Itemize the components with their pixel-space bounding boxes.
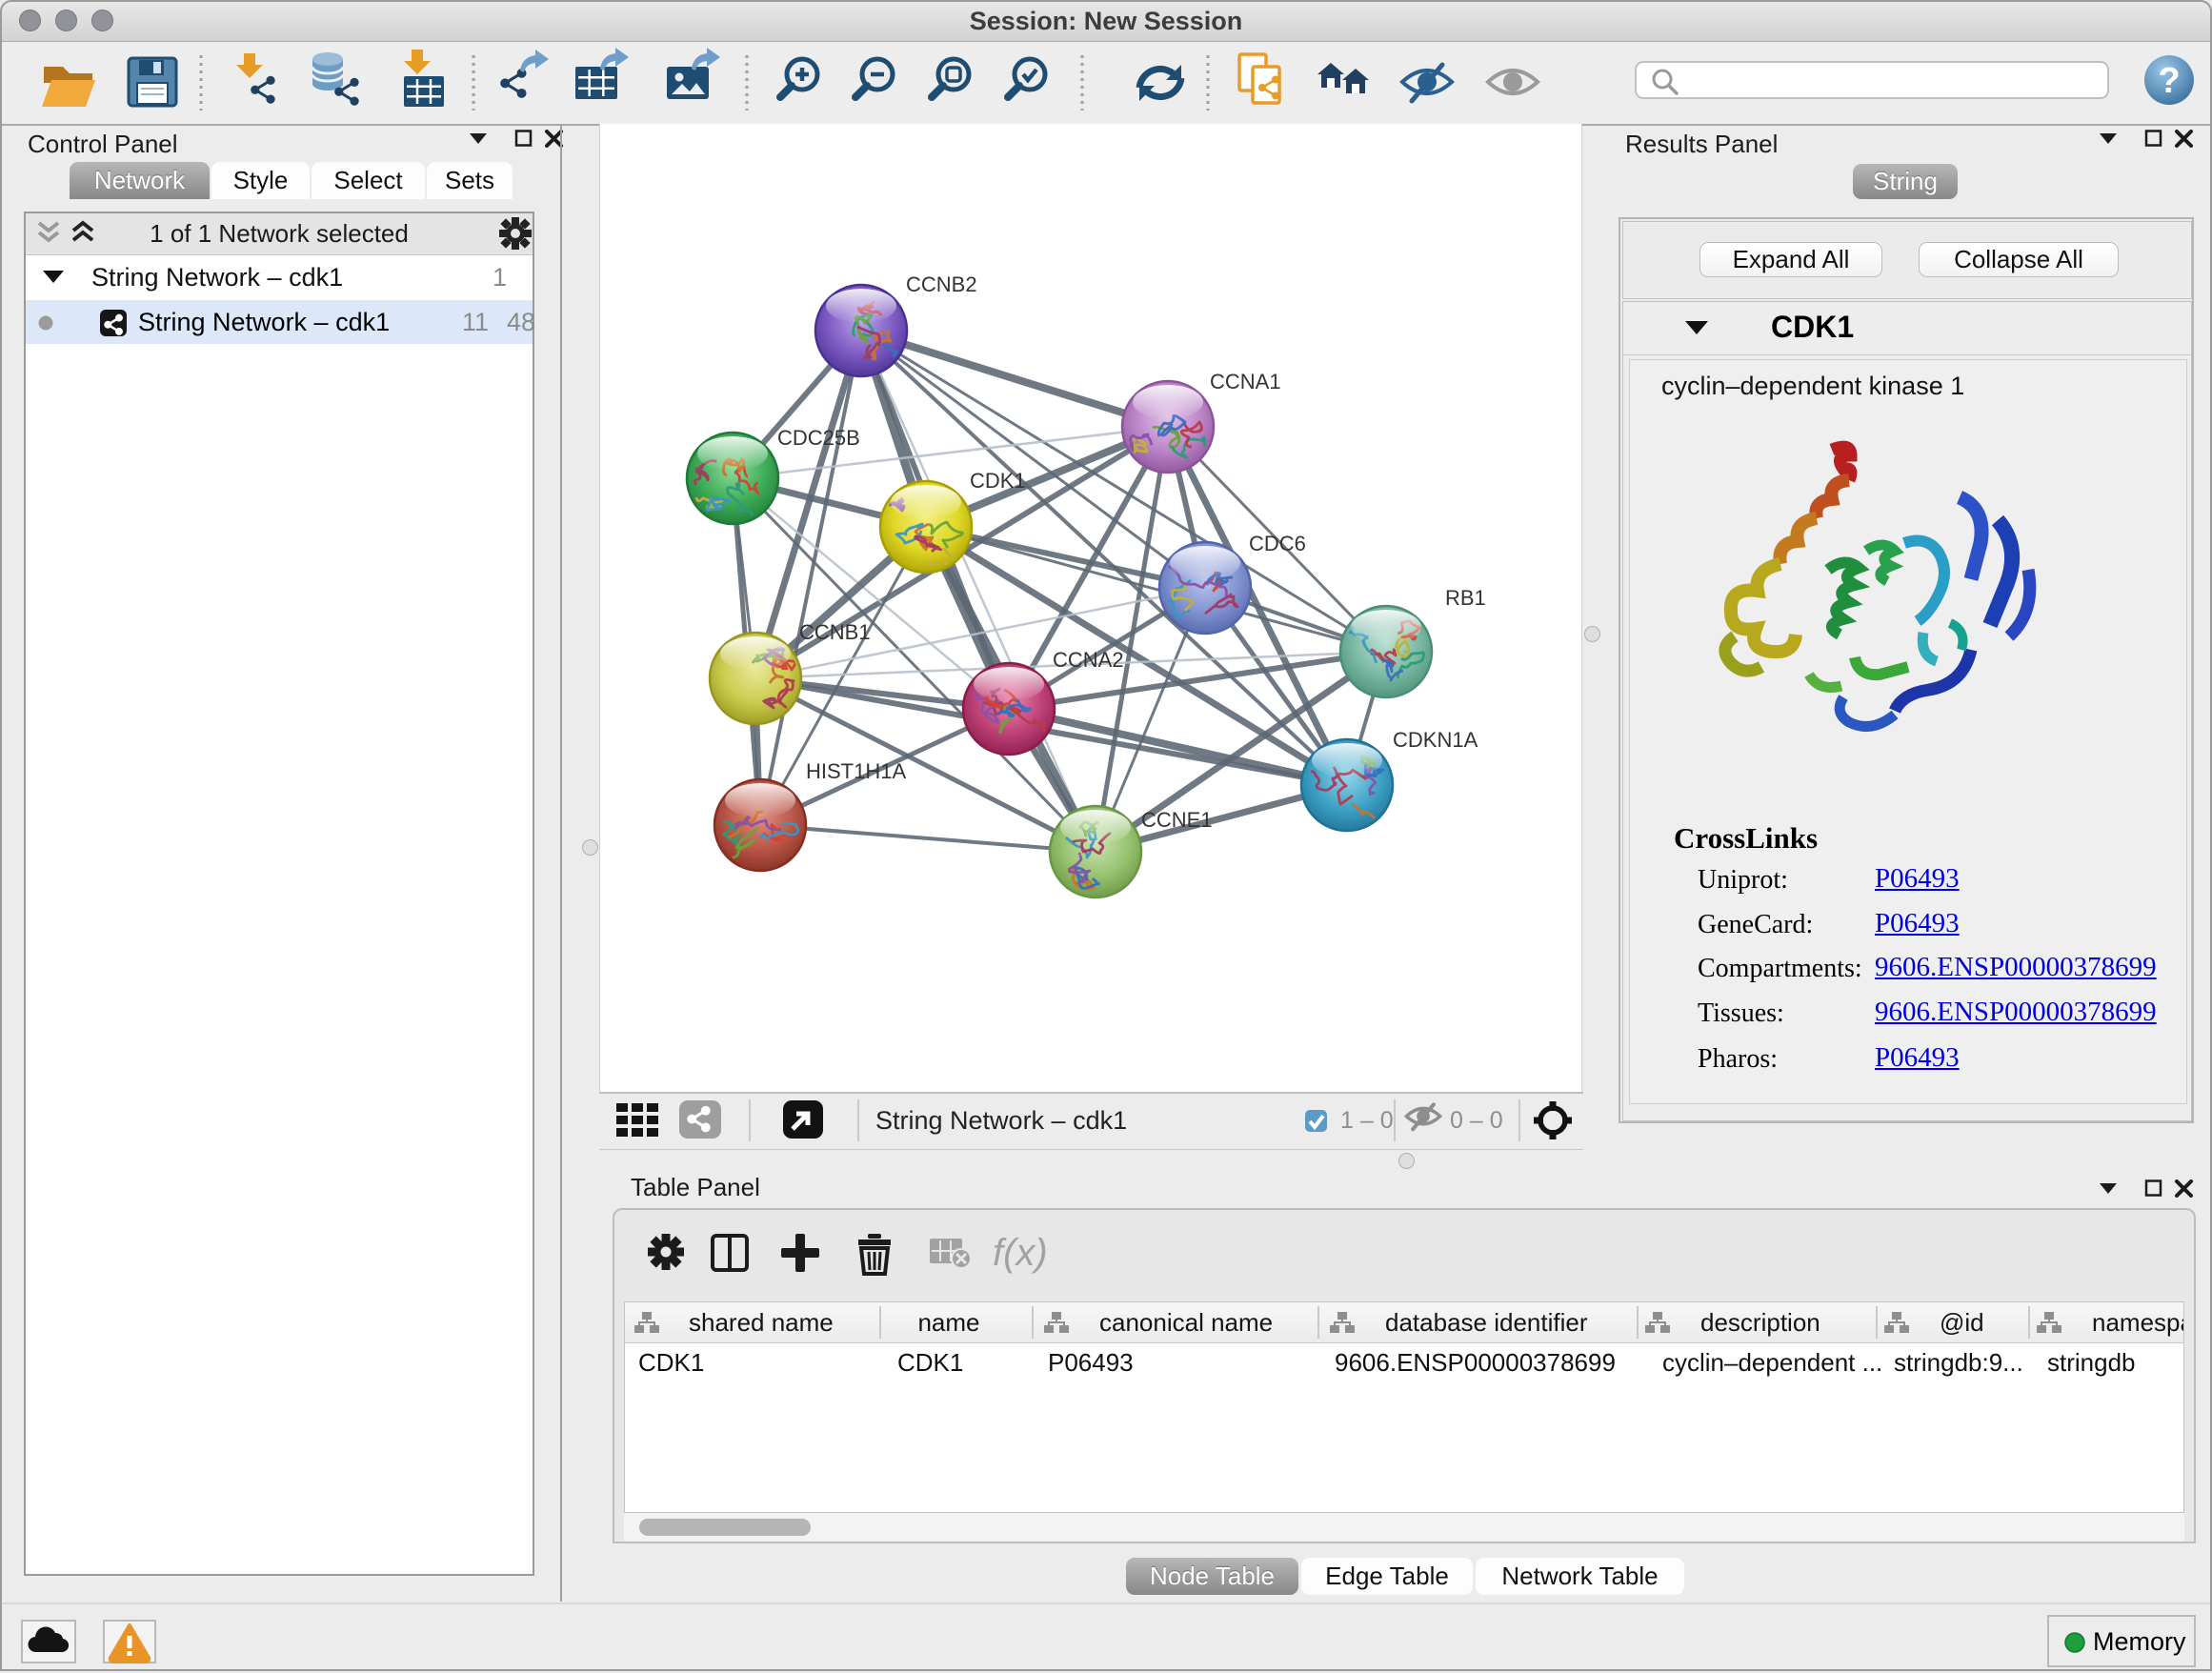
svg-text:CDKN1A: CDKN1A [1393, 728, 1478, 752]
svg-text:1 of 1 Network selected: 1 of 1 Network selected [150, 219, 409, 248]
svg-text:f(x): f(x) [993, 1232, 1048, 1274]
svg-text:canonical name: canonical name [1099, 1308, 1273, 1337]
svg-text:name: name [917, 1308, 979, 1337]
svg-text:CCNA1: CCNA1 [1210, 370, 1281, 393]
svg-text:0 – 0: 0 – 0 [1450, 1107, 1503, 1134]
svg-text:CCNE1: CCNE1 [1141, 808, 1213, 832]
svg-text:1 – 0: 1 – 0 [1340, 1107, 1394, 1134]
svg-text:CDC25B: CDC25B [777, 426, 860, 450]
svg-text:CCNB1: CCNB1 [799, 620, 871, 644]
svg-text:RB1: RB1 [1445, 586, 1486, 610]
svg-text:?: ? [2158, 61, 2180, 101]
svg-text:CDC6: CDC6 [1249, 532, 1306, 555]
svg-text:String Network – cdk1: String Network – cdk1 [875, 1106, 1127, 1135]
svg-text:shared name: shared name [689, 1308, 834, 1337]
svg-text:description: description [1700, 1308, 1820, 1337]
svg-text:CCNB2: CCNB2 [906, 272, 977, 296]
svg-text:database identifier: database identifier [1385, 1308, 1588, 1337]
svg-text:namespace: namespace [2092, 1308, 2183, 1337]
svg-text:CCNA2: CCNA2 [1053, 648, 1124, 672]
svg-text:HIST1H1A: HIST1H1A [806, 759, 906, 783]
svg-text:@id: @id [1940, 1308, 1984, 1337]
svg-text:CDK1: CDK1 [970, 469, 1026, 493]
